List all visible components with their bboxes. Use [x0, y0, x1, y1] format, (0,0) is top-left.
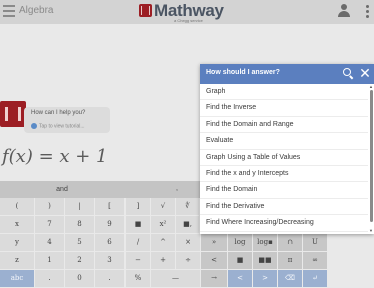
key[interactable]: 6 — [95, 234, 124, 251]
key[interactable]: / — [126, 234, 150, 251]
chat-message: How can I help you? — [31, 110, 86, 116]
scroll-down-icon[interactable]: ▼ — [369, 228, 373, 233]
key[interactable]: 9 — [95, 216, 124, 233]
key[interactable]: % — [126, 270, 150, 287]
key-left[interactable]: < — [228, 270, 252, 287]
key[interactable]: . — [95, 270, 124, 287]
scroll-up-icon[interactable]: ▲ — [369, 84, 373, 89]
chat-bubble: How can I help you? Tap to view tutorial… — [24, 107, 110, 133]
key[interactable]: 3 — [95, 252, 124, 269]
option-find-inverse[interactable]: Find the Inverse — [200, 100, 368, 117]
key[interactable]: ∜ — [176, 198, 199, 215]
key-enter[interactable]: ↵ — [303, 270, 327, 287]
key[interactable]: ∞ — [303, 252, 327, 269]
key[interactable]: log▪ — [253, 234, 277, 251]
key[interactable]: ■■ — [253, 252, 277, 269]
info-icon — [31, 123, 37, 129]
key[interactable]: → — [201, 270, 227, 287]
search-icon[interactable] — [342, 67, 355, 80]
more-vert-icon[interactable] — [366, 5, 369, 19]
answer-options: Graph Find the Inverse Find the Domain a… — [200, 84, 368, 234]
key[interactable]: ÷ — [176, 252, 200, 269]
key[interactable]: π — [278, 252, 302, 269]
top-bar: Algebra Mathway a Chegg service — [0, 0, 374, 24]
user-icon[interactable] — [338, 4, 350, 18]
mathway-bot-icon — [0, 101, 26, 127]
option-table-values[interactable]: Graph Using a Table of Values — [200, 150, 368, 166]
key[interactable]: ■ — [126, 216, 150, 233]
scrollbar[interactable]: ▲ ▼ — [369, 84, 374, 234]
key[interactable]: y — [0, 234, 34, 251]
key[interactable]: log — [228, 234, 252, 251]
key[interactable]: 7 — [35, 216, 64, 233]
key[interactable]: < — [201, 252, 227, 269]
key[interactable]: ) — [35, 198, 64, 215]
key[interactable]: ∩ — [278, 234, 302, 251]
key[interactable]: » — [201, 234, 227, 251]
option-domain[interactable]: Find the Domain — [200, 182, 368, 199]
option-increasing-decreasing[interactable]: Find Where Increasing/Decreasing — [200, 215, 368, 232]
math-expression[interactable]: f(x) = x + 1 — [2, 146, 108, 167]
option-domain-range[interactable]: Find the Domain and Range — [200, 117, 368, 134]
option-evaluate[interactable]: Evaluate — [200, 133, 368, 150]
key-right[interactable]: > — [253, 270, 277, 287]
popup-title: How should I answer? — [206, 69, 280, 76]
key[interactable]: ] — [126, 198, 150, 215]
subject-selector[interactable]: Algebra — [19, 5, 53, 16]
key-space[interactable]: — — [151, 270, 200, 287]
tab-and[interactable]: and — [0, 181, 124, 198]
key[interactable]: 8 — [65, 216, 94, 233]
key-backspace[interactable]: ⌫ — [278, 270, 302, 287]
key[interactable]: 5 — [65, 234, 94, 251]
menu-icon[interactable] — [3, 5, 15, 18]
tutorial-link[interactable]: Tap to view tutorial... — [31, 123, 85, 131]
key[interactable]: 2 — [65, 252, 94, 269]
key[interactable]: 0 — [65, 270, 94, 287]
key[interactable]: + — [151, 252, 175, 269]
key[interactable]: . — [35, 270, 64, 287]
close-icon[interactable]: ✕ — [358, 65, 372, 81]
option-graph[interactable]: Graph — [200, 84, 368, 101]
key[interactable]: ^ — [151, 234, 175, 251]
key[interactable]: ■ — [228, 252, 252, 269]
key[interactable]: ■, — [176, 216, 199, 233]
key[interactable]: 1 — [35, 252, 64, 269]
mathway-logo: Mathway a Chegg service — [139, 1, 224, 23]
tab-comma[interactable]: , — [176, 185, 178, 192]
key[interactable]: − — [126, 252, 150, 269]
key[interactable]: 4 — [35, 234, 64, 251]
key[interactable]: [ — [95, 198, 124, 215]
popup-header: How should I answer? ✕ — [200, 64, 374, 84]
key[interactable]: × — [176, 234, 200, 251]
key[interactable]: x — [0, 216, 34, 233]
answer-type-popup: How should I answer? ✕ Graph Find the In… — [200, 64, 374, 234]
mathway-logo-icon — [139, 4, 152, 17]
key-abc[interactable]: abc — [0, 270, 34, 287]
logo-subtitle: a Chegg service — [174, 18, 203, 23]
key[interactable]: √ — [151, 198, 175, 215]
key[interactable]: ( — [0, 198, 34, 215]
option-intercepts[interactable]: Find the x and y Intercepts — [200, 166, 368, 183]
tutorial-text: Tap to view tutorial... — [39, 123, 85, 130]
option-derivative[interactable]: Find the Derivative — [200, 199, 368, 216]
scroll-thumb[interactable] — [370, 90, 373, 222]
key[interactable]: | — [65, 198, 94, 215]
key[interactable]: z — [0, 252, 34, 269]
key[interactable]: U — [303, 234, 327, 251]
key[interactable]: x² — [151, 216, 175, 233]
